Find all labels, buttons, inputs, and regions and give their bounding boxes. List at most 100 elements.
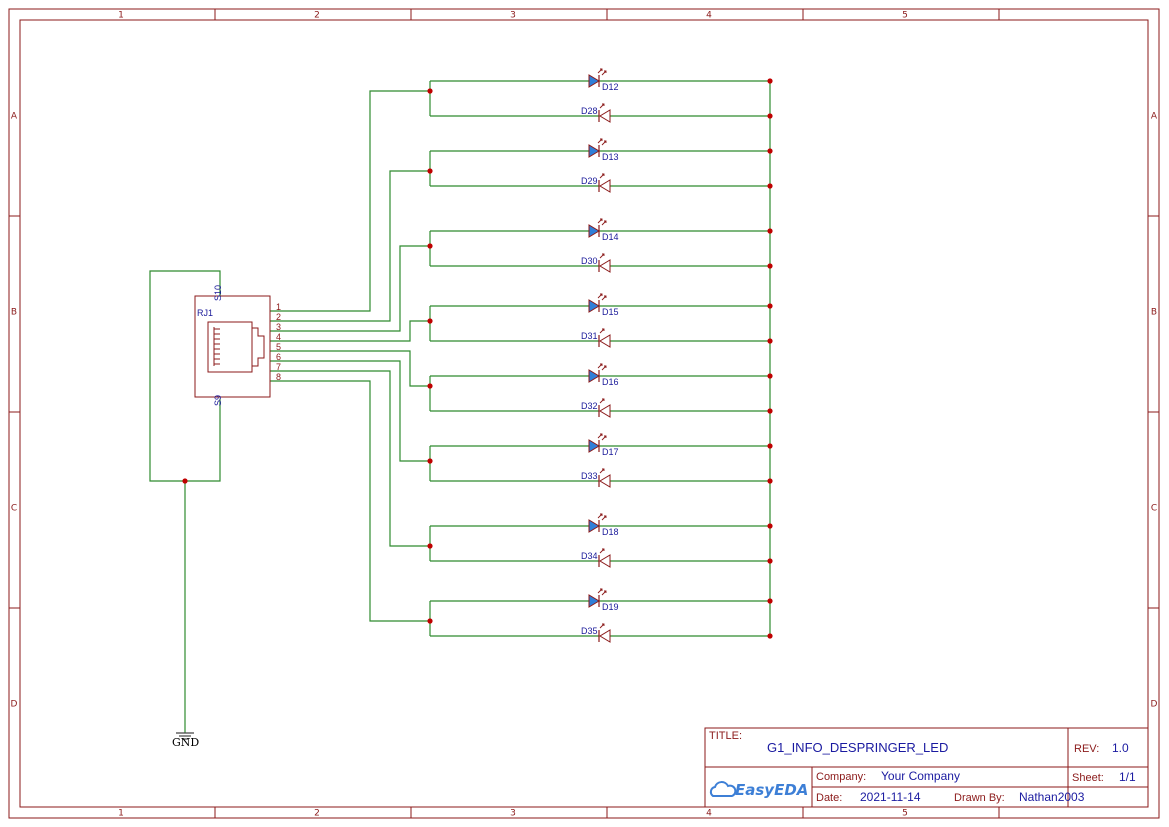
led-ref: D15 (602, 307, 619, 317)
column-labels-bottom: 1 2 3 4 5 (118, 809, 908, 819)
ground-symbol: GND (172, 732, 199, 749)
wire-junction (427, 458, 433, 464)
led-ref: D17 (602, 447, 619, 457)
row-label: A (1151, 112, 1158, 122)
wire-junction (767, 373, 773, 379)
led-icon (599, 179, 611, 193)
wire-junction (767, 633, 773, 639)
light-emission-icon (597, 218, 607, 226)
led-pair: D17 D33 (427, 433, 773, 488)
row-label: A (11, 112, 18, 122)
col-label: 5 (902, 809, 908, 819)
led-ref: D33 (581, 471, 598, 481)
pin-number: 3 (276, 322, 281, 332)
light-emission-icon (597, 433, 607, 441)
sheet-frame (8, 8, 1160, 819)
wire-junction (767, 598, 773, 604)
led-icon (588, 439, 600, 453)
led-icon (588, 144, 600, 158)
led-ref: D28 (581, 106, 598, 116)
wire-junction (767, 78, 773, 84)
led-icon (599, 474, 611, 488)
wire-junction (427, 318, 433, 324)
pin-number: 8 (276, 372, 281, 382)
ground-label: GND (172, 736, 199, 749)
light-emission-icon (597, 138, 607, 146)
wire-junction (767, 523, 773, 529)
wire-junction (767, 183, 773, 189)
wire-junction (767, 148, 773, 154)
led-ref: D13 (602, 152, 619, 162)
wire-junction (427, 88, 433, 94)
light-emission-icon (599, 103, 605, 109)
led-icon (588, 519, 600, 533)
wire-junction (767, 408, 773, 414)
led-icon (599, 629, 611, 643)
led-pair: D16 D32 (427, 363, 773, 418)
led-icon (588, 594, 600, 608)
col-label: 2 (314, 809, 320, 819)
led-pair: D19 D35 (427, 588, 773, 643)
signal-wires (149, 81, 771, 733)
wire-junction (767, 443, 773, 449)
pin-number: 2 (276, 312, 281, 322)
light-emission-icon (597, 68, 607, 76)
col-label: 1 (118, 11, 124, 21)
led-pair: D15 D31 (427, 293, 773, 348)
led-ref: D29 (581, 176, 598, 186)
connector-ref: RJ1 (197, 308, 213, 318)
sheet-label: Sheet: (1072, 772, 1104, 784)
wire-junction (767, 113, 773, 119)
row-label: C (1151, 504, 1157, 514)
led-icon (588, 224, 600, 238)
led-pair: D12 D28 (427, 68, 773, 123)
led-ref: D35 (581, 626, 598, 636)
pin-number: 1 (276, 302, 281, 312)
led-ref: D12 (602, 82, 619, 92)
wire-junction (767, 263, 773, 269)
led-icon (599, 404, 611, 418)
light-emission-icon (599, 548, 605, 554)
light-emission-icon (599, 398, 605, 404)
title-value: G1_INFO_DESPRINGER_LED (767, 740, 948, 755)
col-label: 5 (902, 11, 908, 21)
shield-pin-label: S9 (213, 395, 223, 406)
wire-junction (427, 543, 433, 549)
light-emission-icon (599, 468, 605, 474)
shield-pin-label: S10 (213, 285, 223, 301)
wire-junction (427, 168, 433, 174)
row-label: B (11, 308, 17, 318)
led-ref: D16 (602, 377, 619, 387)
col-label: 3 (510, 809, 516, 819)
light-emission-icon (597, 513, 607, 521)
pin-number: 6 (276, 352, 281, 362)
pin-number: 4 (276, 332, 281, 342)
led-ref: D14 (602, 232, 619, 242)
wire-junction (427, 383, 433, 389)
led-ref: D19 (602, 602, 619, 612)
led-ref: D31 (581, 331, 598, 341)
col-label: 3 (510, 11, 516, 21)
led-icon (599, 259, 611, 273)
title-label: TITLE: (709, 730, 742, 742)
col-label: 4 (706, 11, 712, 21)
company-label: Company: (816, 771, 866, 783)
light-emission-icon (599, 173, 605, 179)
light-emission-icon (597, 363, 607, 371)
led-icon (588, 74, 600, 88)
company-value: Your Company (881, 769, 960, 783)
led-icon (599, 334, 611, 348)
led-ref: D30 (581, 256, 598, 266)
pin-number: 5 (276, 342, 281, 352)
led-pairs: D12D28D13D29D14D30D15D31D16D32D17D33D18D… (427, 68, 773, 643)
led-icon (588, 299, 600, 313)
row-label: C (11, 504, 17, 514)
led-icon (588, 369, 600, 383)
rj45-connector: RJ1 S10 S9 1 2 3 4 5 6 7 8 (194, 285, 281, 406)
title-block: TITLE: G1_INFO_DESPRINGER_LED REV: 1.0 C… (704, 727, 1149, 808)
led-pair: D14 D30 (427, 218, 773, 273)
cloud-icon (709, 781, 737, 797)
row-label: D (11, 700, 18, 710)
date-value: 2021-11-14 (860, 790, 921, 804)
rev-value: 1.0 (1112, 741, 1129, 755)
